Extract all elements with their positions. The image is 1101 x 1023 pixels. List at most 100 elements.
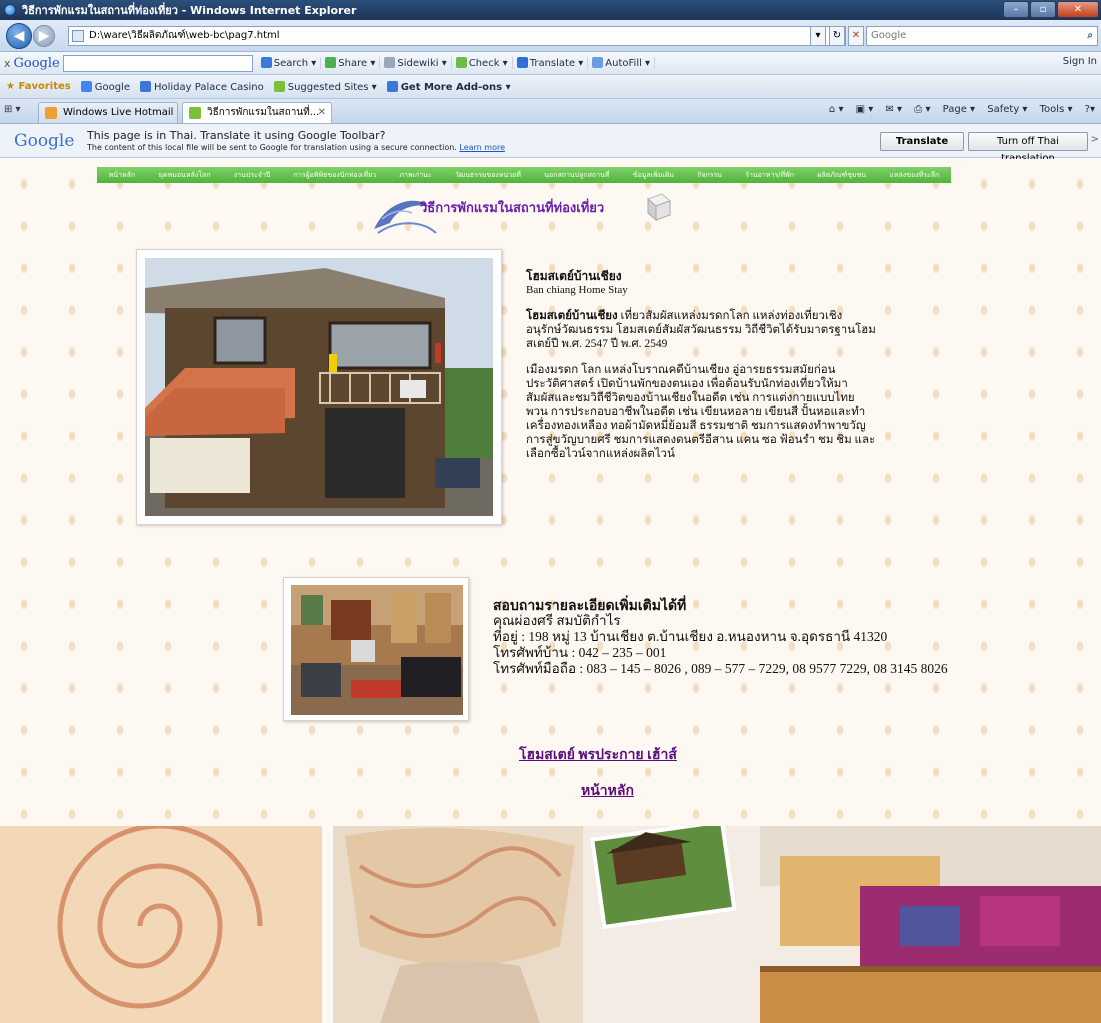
tools-menu[interactable]: Tools ▾ bbox=[1040, 104, 1073, 115]
toolbar-check-button[interactable]: Check ▾ bbox=[452, 57, 513, 69]
intro-paragraph-1: โฮมสเตย์บ้านเชียง เที่ยวสัมผัสแหล่งมรดกโ… bbox=[526, 309, 876, 351]
infobar-detail: The content of this local file will be s… bbox=[87, 143, 505, 152]
infobar-message: This page is in Thai. Translate it using… bbox=[87, 129, 386, 142]
toolbar-translate-button[interactable]: Translate ▾ bbox=[513, 57, 589, 69]
home-link[interactable]: หน้าหลัก bbox=[581, 780, 634, 802]
stop-icon[interactable]: ✕ bbox=[848, 26, 864, 46]
intro-subheading: Ban chiang Home Stay bbox=[526, 284, 628, 296]
page-banner: วิธีการพักแรมในสถานที่ท่องเที่ยว bbox=[368, 187, 688, 243]
intro-paragraph-2: เมืองมรดก โลก แหล่งโบราณคดีบ้านเชียง อู่… bbox=[526, 364, 876, 460]
contact-name: คุณผ่องศรี สมบัติกำไร bbox=[493, 613, 621, 628]
nav-item[interactable]: วัฒนธรรมของหน่วยที่ bbox=[455, 170, 521, 181]
google-toolbar: x Google Search ▾ Share ▾ Sidewiki ▾ Che… bbox=[0, 52, 1101, 75]
feeds-icon[interactable]: ▣ ▾ bbox=[856, 104, 874, 115]
intro-heading: โฮมสเตย์บ้านเชียง bbox=[526, 269, 622, 283]
house-image bbox=[145, 258, 493, 516]
nav-item[interactable]: นอกสถานปลูกสถานที่ bbox=[544, 170, 609, 181]
autofill-icon bbox=[592, 57, 604, 68]
contact-address: ที่อยู่ : 198 หมู่ 13 บ้านเชียง ต.บ้านเช… bbox=[493, 629, 888, 644]
maximize-button[interactable]: ▫ bbox=[1030, 1, 1056, 18]
cube-icon bbox=[647, 193, 671, 222]
help-icon[interactable]: ?▾ bbox=[1085, 104, 1095, 115]
back-button[interactable]: ◀ bbox=[6, 23, 32, 49]
page-tab-icon bbox=[189, 107, 201, 119]
homestay-house-link[interactable]: โฮมสเตย์ พรประกาย เฮ้าส์ bbox=[519, 744, 677, 766]
url-text: D:\ware\วิธีผลิตภัณฑ์\web-bc\pag7.html bbox=[89, 30, 280, 41]
close-window-button[interactable]: ✕ bbox=[1057, 1, 1099, 18]
toolbar-search-button[interactable]: Search ▾ bbox=[257, 57, 322, 69]
contact-home-phone: โทรศัพท์บ้าน : 042 – 235 – 001 bbox=[493, 645, 667, 660]
ie-page-icon bbox=[386, 80, 398, 92]
favorites-button[interactable]: ★ Favorites bbox=[6, 81, 71, 92]
sidewiki-icon bbox=[384, 57, 396, 68]
web-page: หน้าหลัก มุดหมอนหลังโลก งานประจำปี การผู… bbox=[0, 159, 1101, 1023]
turn-off-translation-button[interactable]: Turn off Thai translation bbox=[968, 132, 1088, 164]
nav-item[interactable]: ข้อมูลเพิ่มเติม bbox=[633, 170, 674, 181]
translate-icon bbox=[516, 57, 528, 68]
google-logo: Google bbox=[13, 55, 60, 71]
page-menu[interactable]: Page ▾ bbox=[943, 104, 975, 115]
contact-info: สอบถามรายละเอียดเพิ่มเติมได้ที่ คุณผ่องศ… bbox=[493, 597, 1093, 677]
google-infobar-logo: Google bbox=[14, 131, 75, 151]
interior-image bbox=[291, 585, 463, 715]
safety-menu[interactable]: Safety ▾ bbox=[987, 104, 1027, 115]
nav-item[interactable]: การผู้อพิพิธของนักท่องเที่ยว bbox=[294, 170, 376, 181]
translate-infobar: Google This page is in Thai. Translate i… bbox=[0, 124, 1101, 164]
google-icon bbox=[80, 80, 92, 92]
site-nav-bar: หน้าหลัก มุดหมอนหลังโลก งานประจำปี การผู… bbox=[97, 167, 951, 183]
share-icon bbox=[325, 57, 337, 68]
toolbar-close-icon[interactable]: x bbox=[4, 57, 11, 70]
refresh-icon[interactable]: ↻ bbox=[829, 26, 845, 46]
toolbar-share-button[interactable]: Share ▾ bbox=[321, 57, 381, 69]
nav-item[interactable]: งานประจำปี bbox=[234, 170, 271, 181]
url-input[interactable]: D:\ware\วิธีผลิตภัณฑ์\web-bc\pag7.html bbox=[68, 26, 846, 46]
nav-item[interactable]: ร้านอาหาร/ที่พัก bbox=[745, 170, 794, 181]
bottom-photo-strip bbox=[0, 826, 1101, 1023]
nav-item[interactable]: ผลิตภัณฑ์ชุมชน bbox=[817, 170, 866, 181]
nav-item[interactable]: มุดหมอนหลังโลก bbox=[158, 170, 210, 181]
tab-bar: ⊞ ▾ Windows Live Hotmail วิธีการพักแรมใน… bbox=[0, 99, 1101, 124]
quick-tabs-button[interactable]: ⊞ ▾ bbox=[4, 104, 21, 115]
print-icon[interactable]: ⎙ ▾ bbox=[914, 104, 930, 115]
favorites-bar: ★ Favorites Google Holiday Palace Casino… bbox=[0, 75, 1101, 99]
url-dropdown-icon[interactable]: ▾ bbox=[810, 26, 826, 46]
infobar-more-icon[interactable]: > bbox=[1091, 134, 1099, 145]
tab-current-page[interactable]: วิธีการพักแรมในสถานที่... ✕ bbox=[182, 102, 332, 123]
nav-item[interactable]: หน้าหลัก bbox=[109, 170, 135, 181]
nav-item[interactable]: แหล่งของที่ระลึก bbox=[889, 170, 939, 181]
mail-icon[interactable]: ✉ ▾ bbox=[886, 104, 903, 115]
favorite-suggested-sites[interactable]: Suggested Sites ▾ bbox=[273, 80, 377, 93]
google-search-input[interactable] bbox=[62, 54, 253, 72]
ie-page-icon bbox=[139, 80, 151, 92]
search-icon[interactable]: ⌕ bbox=[1087, 27, 1093, 45]
page-icon bbox=[72, 30, 84, 42]
suggested-sites-icon bbox=[273, 80, 285, 92]
contact-heading: สอบถามรายละเอียดเพิ่มเติมได้ที่ bbox=[493, 597, 687, 613]
search-icon bbox=[260, 57, 272, 68]
translate-button[interactable]: Translate bbox=[880, 132, 964, 151]
sign-in-link[interactable]: Sign In bbox=[1063, 56, 1097, 67]
window-controls: – ▫ ✕ bbox=[1002, 1, 1099, 18]
search-placeholder: Google bbox=[871, 30, 907, 41]
favorite-google[interactable]: Google bbox=[80, 80, 130, 93]
nav-item[interactable]: ภาพเก่านะ bbox=[399, 170, 431, 181]
intro-p1-bold: โฮมสเตย์บ้านเชียง bbox=[526, 310, 618, 322]
favorite-get-addons[interactable]: Get More Add-ons ▾ bbox=[386, 80, 511, 93]
learn-more-link[interactable]: Learn more bbox=[459, 143, 505, 152]
contact-mobile: โทรศัพท์มือถือ : 083 – 145 – 8026 , 089 … bbox=[493, 661, 948, 676]
minimize-button[interactable]: – bbox=[1003, 1, 1029, 18]
toolbar-sidewiki-button[interactable]: Sidewiki ▾ bbox=[380, 57, 452, 69]
tab-close-icon[interactable]: ✕ bbox=[318, 103, 326, 122]
favorite-holiday-palace[interactable]: Holiday Palace Casino bbox=[139, 80, 264, 93]
hotmail-icon bbox=[45, 107, 57, 119]
nav-item[interactable]: กิจกรรม bbox=[697, 170, 722, 181]
forward-button[interactable]: ▶ bbox=[33, 25, 55, 47]
window-title: วิธีการพักแรมในสถานที่ท่องเที่ยว - Windo… bbox=[22, 4, 357, 17]
search-box[interactable]: Google ⌕ bbox=[866, 26, 1098, 46]
tab-hotmail[interactable]: Windows Live Hotmail bbox=[38, 102, 178, 123]
home-icon[interactable]: ⌂ ▾ bbox=[829, 104, 844, 115]
command-bar: ⌂ ▾ ▣ ▾ ✉ ▾ ⎙ ▾ Page ▾ Safety ▾ Tools ▾ … bbox=[820, 104, 1095, 115]
window-titlebar: วิธีการพักแรมในสถานที่ท่องเที่ยว - Windo… bbox=[0, 0, 1101, 20]
toolbar-autofill-button[interactable]: AutoFill ▾ bbox=[588, 57, 656, 69]
homestay-intro: โฮมสเตย์บ้านเชียง Ban chiang Home Stay โ… bbox=[526, 269, 876, 461]
